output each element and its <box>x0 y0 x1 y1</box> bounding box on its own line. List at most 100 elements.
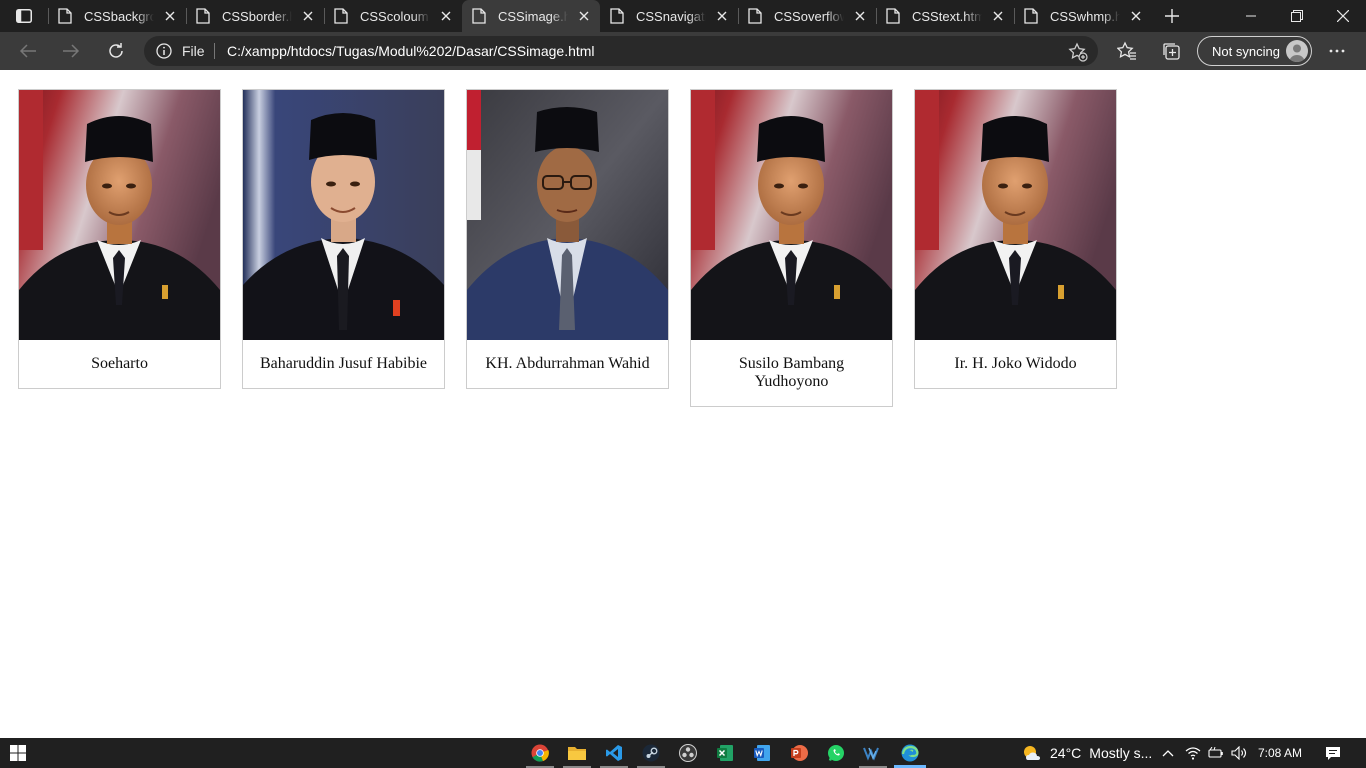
document-icon <box>196 8 210 24</box>
image-caption: KH. Abdurrahman Wahid <box>485 355 650 372</box>
weather-condition: Mostly s... <box>1089 745 1153 761</box>
system-clock[interactable]: 7:08 AM <box>1255 738 1305 768</box>
forward-button[interactable] <box>57 37 85 65</box>
portrait-image[interactable] <box>915 90 1116 340</box>
image-caption: Soeharto <box>91 355 148 372</box>
taskbar-steam[interactable] <box>633 738 669 768</box>
collections-button[interactable] <box>1157 37 1185 65</box>
refresh-button[interactable] <box>102 37 130 65</box>
image-caption: Ir. H. Joko Widodo <box>954 355 1077 372</box>
sync-status-label: Not syncing <box>1212 43 1280 59</box>
chevron-up-icon <box>1162 750 1174 757</box>
edge-icon <box>901 744 919 762</box>
url-text[interactable]: C:/xampp/htdocs/Tugas/Modul%202/Dasar/CS… <box>227 43 595 59</box>
steam-icon <box>642 744 660 762</box>
taskbar-chrome[interactable] <box>522 738 558 768</box>
minimize-button[interactable] <box>1228 0 1274 32</box>
close-tab-icon[interactable] <box>576 8 592 24</box>
image-caption: Baharuddin Jusuf Habibie <box>259 355 428 372</box>
tab-csstext[interactable]: CSStext.html <box>876 0 1014 32</box>
taskbar-vscode[interactable] <box>596 738 632 768</box>
tab-actions-icon[interactable] <box>10 6 38 26</box>
restore-button[interactable] <box>1274 0 1320 32</box>
page-content: Soeharto Baharuddin Jusuf Habibie KH. Ab… <box>0 70 1366 738</box>
avatar <box>1286 40 1308 62</box>
tab-title: CSStext.html <box>912 8 982 24</box>
windows-taskbar: 24°C Mostly s... 7:08 AM <box>0 738 1366 768</box>
powerpoint-icon <box>791 745 808 761</box>
person-icon <box>1289 44 1305 62</box>
gallery-card[interactable]: Soeharto <box>18 89 221 389</box>
whatsapp-icon <box>828 745 844 761</box>
taskbar-whatsapp[interactable] <box>818 738 854 768</box>
close-tab-icon[interactable] <box>990 8 1006 24</box>
tab-csswhmp[interactable]: CSSwhmp.html <box>1014 0 1152 32</box>
close-tab-icon[interactable] <box>1128 8 1144 24</box>
notification-icon <box>1326 746 1340 760</box>
address-bar[interactable]: File C:/xampp/htdocs/Tugas/Modul%202/Das… <box>144 36 1098 66</box>
show-hidden-icons-button[interactable] <box>1160 738 1176 768</box>
back-button[interactable] <box>14 37 42 65</box>
scheme-label: File <box>182 43 205 59</box>
close-window-button[interactable] <box>1320 0 1366 32</box>
new-tab-button[interactable] <box>1160 6 1184 26</box>
close-tab-icon[interactable] <box>438 8 454 24</box>
document-icon <box>334 8 348 24</box>
favorites-button[interactable] <box>1113 37 1141 65</box>
tab-title: CSScoloum.html <box>360 8 430 24</box>
taskbar-excel[interactable] <box>707 738 743 768</box>
portrait-image[interactable] <box>243 90 444 340</box>
settings-more-button[interactable] <box>1323 37 1351 65</box>
gallery-card[interactable]: Baharuddin Jusuf Habibie <box>242 89 445 389</box>
close-tab-icon[interactable] <box>300 8 316 24</box>
tab-csscoloum[interactable]: CSScoloum.html <box>324 0 462 32</box>
taskbar-vmware[interactable] <box>855 738 891 768</box>
minimize-icon <box>1246 15 1256 17</box>
taskbar-file-explorer[interactable] <box>559 738 595 768</box>
document-icon <box>748 8 762 24</box>
add-favorite-icon[interactable] <box>1068 42 1088 62</box>
chrome-icon <box>531 744 549 762</box>
plus-icon <box>1165 9 1179 23</box>
start-button[interactable] <box>6 738 30 768</box>
portrait-image[interactable] <box>19 90 220 340</box>
taskbar-edge[interactable] <box>892 738 928 768</box>
tab-cssimage[interactable]: CSSimage.html <box>462 0 600 32</box>
tab-cssoverflow[interactable]: CSSoverflow.html <box>738 0 876 32</box>
taskbar-powerpoint[interactable] <box>781 738 817 768</box>
back-arrow-icon <box>19 44 36 58</box>
close-tab-icon[interactable] <box>852 8 868 24</box>
file-explorer-icon <box>568 747 586 760</box>
weather-widget[interactable]: 24°C Mostly s... <box>1050 738 1152 768</box>
document-icon <box>472 8 486 24</box>
document-icon <box>1024 8 1038 24</box>
taskbar-word[interactable] <box>744 738 780 768</box>
address-divider <box>214 43 215 59</box>
close-tab-icon[interactable] <box>162 8 178 24</box>
tab-title: CSSwhmp.html <box>1050 8 1120 24</box>
favorites-star-icon <box>1117 41 1136 60</box>
info-icon[interactable] <box>156 43 172 59</box>
close-tab-icon[interactable] <box>714 8 730 24</box>
volume-icon[interactable] <box>1230 738 1248 768</box>
document-icon <box>58 8 72 24</box>
tab-title: CSSnavigation.html <box>636 8 706 24</box>
tab-cssnavigation[interactable]: CSSnavigation.html <box>600 0 738 32</box>
browser-toolbar: File C:/xampp/htdocs/Tugas/Modul%202/Das… <box>0 32 1366 70</box>
portrait-image[interactable] <box>467 90 668 340</box>
obs-icon <box>679 744 697 762</box>
tab-cssbackground[interactable]: CSSbackground.html <box>48 0 186 32</box>
notifications-button[interactable] <box>1322 738 1344 768</box>
weather-icon[interactable] <box>1022 738 1042 768</box>
tab-cssborder[interactable]: CSSborder.html <box>186 0 324 32</box>
tab-title: CSSoverflow.html <box>774 8 844 24</box>
gallery-card[interactable]: Ir. H. Joko Widodo <box>914 89 1117 389</box>
gallery-card[interactable]: Susilo Bambang Yudhoyono <box>690 89 893 407</box>
gallery-card[interactable]: KH. Abdurrahman Wahid <box>466 89 669 389</box>
profile-sync-button[interactable]: Not syncing <box>1197 36 1312 66</box>
battery-icon[interactable] <box>1207 738 1225 768</box>
portrait-image[interactable] <box>691 90 892 340</box>
taskbar-obs[interactable] <box>670 738 706 768</box>
weather-temperature: 24°C <box>1050 745 1082 761</box>
network-icon[interactable] <box>1184 738 1202 768</box>
